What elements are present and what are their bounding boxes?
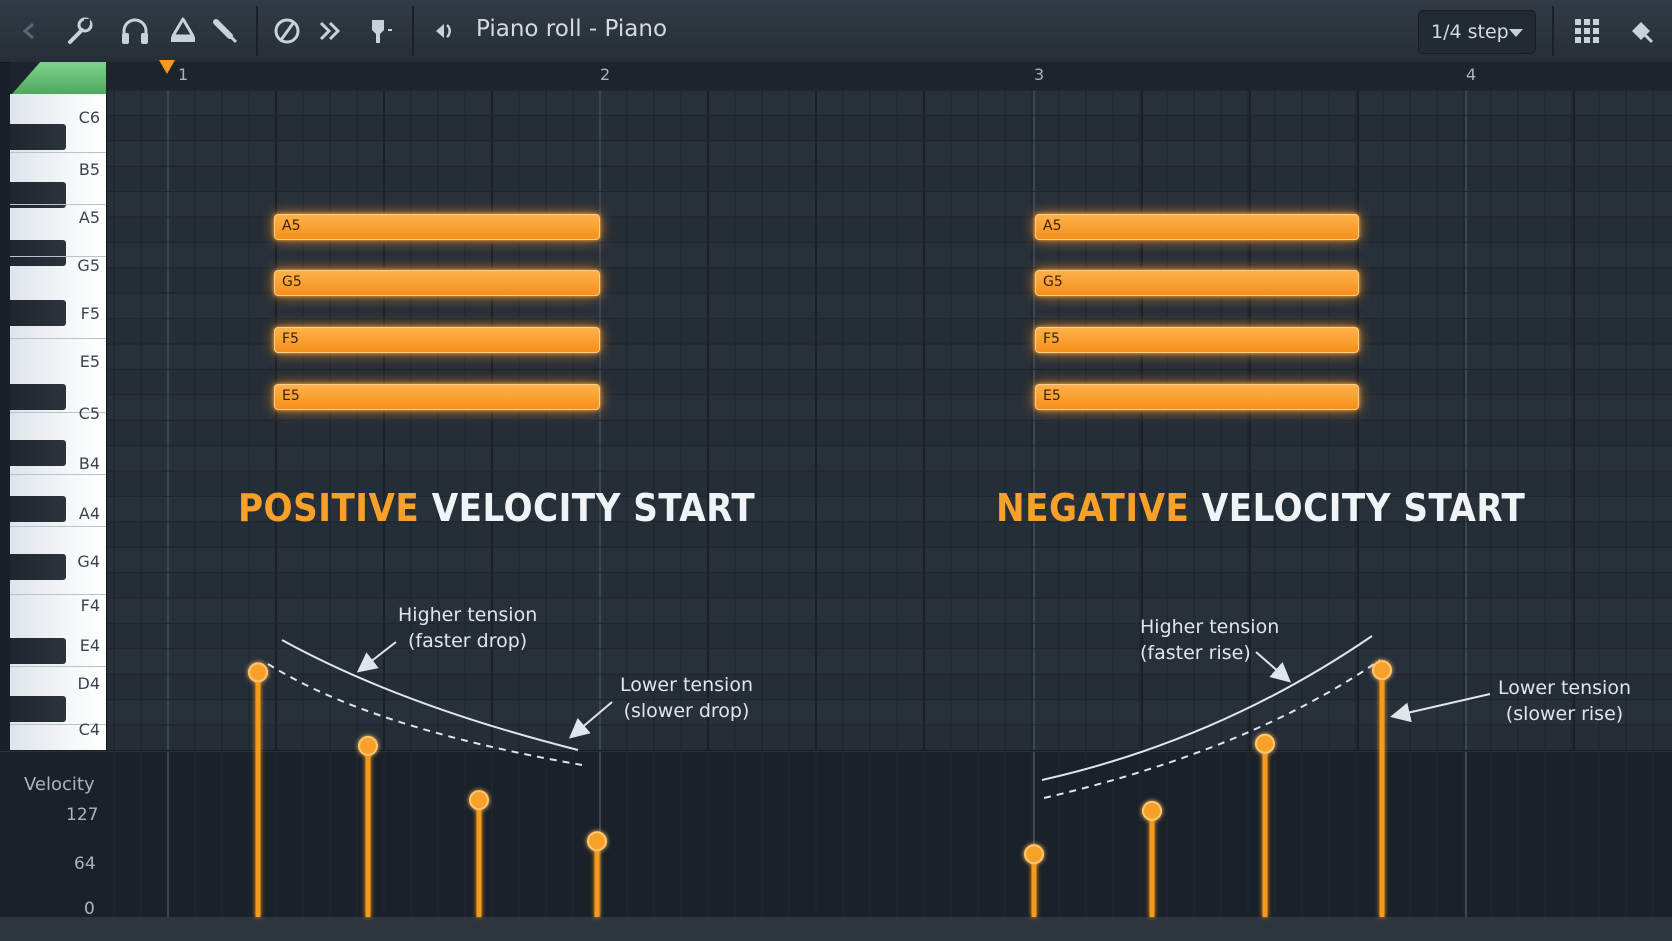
curve-lower-tension-drop — [267, 663, 583, 766]
arrow-higher-tension-left — [356, 641, 397, 673]
annotation-lower-tension-rise: Lower tension (slower rise) — [1498, 675, 1631, 727]
velocity-overlay — [248, 635, 1491, 917]
annotation-line: (faster rise) — [1140, 642, 1251, 664]
annotation-line: Lower tension — [1498, 677, 1631, 699]
negative-velocity-handle — [1024, 844, 1044, 865]
annotation-line: Higher tension — [398, 604, 538, 626]
positive-velocity-handle — [587, 831, 607, 852]
curve-lower-tension-rise — [1043, 659, 1381, 799]
arrow-lower-tension-right — [1390, 693, 1491, 723]
annotation-lower-tension-drop: Lower tension (slower drop) — [620, 672, 753, 724]
annotation-line: (slower rise) — [1505, 703, 1624, 725]
positive-velocity-handle — [358, 735, 378, 756]
annotation-line: Lower tension — [620, 674, 753, 696]
negative-velocity-handle — [1372, 660, 1392, 681]
annotation-higher-tension-drop: Higher tension (faster drop) — [398, 602, 537, 654]
positive-velocity-handle — [469, 790, 489, 811]
annotation-line: (slower drop) — [623, 700, 750, 722]
annotation-line: Higher tension — [1140, 616, 1280, 638]
annotation-higher-tension-rise: Higher tension (faster rise) — [1140, 614, 1279, 666]
negative-velocity-handle — [1255, 733, 1275, 754]
annotation-line: (faster drop) — [408, 630, 528, 652]
arrow-lower-tension-left — [568, 701, 613, 739]
negative-velocity-handle — [1142, 800, 1162, 821]
positive-velocity-handle — [248, 662, 268, 683]
